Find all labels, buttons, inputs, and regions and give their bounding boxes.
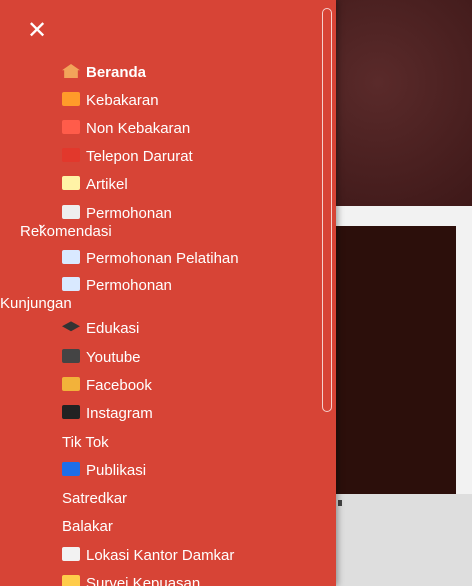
menu-item-label: Youtube	[86, 349, 141, 366]
menu-item-label: Lokasi Kantor Damkar	[86, 547, 235, 564]
menu-item-survei-kepuasan[interactable]: Survei Kepuasan	[62, 575, 200, 586]
menu-item-permohonan-pelatihan[interactable]: Permohonan Pelatihan	[62, 250, 239, 268]
menu-item-youtube[interactable]: Youtube	[62, 349, 141, 367]
menu-item-label-line1: Permohonan	[86, 205, 172, 222]
menu-item-label: Kebakaran	[86, 92, 159, 109]
document-icon	[62, 277, 80, 291]
menu-item-label: Permohonan Pelatihan	[86, 250, 239, 267]
menu-item-label-line2: Kunjungan	[0, 295, 72, 312]
menu-item-satredkar[interactable]: Satredkar	[62, 490, 127, 508]
clapper-icon	[62, 349, 80, 363]
menu-item-edukasi[interactable]: Edukasi	[62, 320, 139, 338]
menu-item-lokasi-kantor-damkar[interactable]: Lokasi Kantor Damkar	[62, 547, 234, 565]
menu-item-label: Survei Kepuasan	[86, 575, 201, 586]
menu-item-non-kebakaran[interactable]: Non Kebakaran	[62, 120, 190, 138]
navigation-drawer: ✕ Beranda Kebakaran Non Kebakaran Telepo…	[0, 0, 336, 586]
menu-item-label: Instagram	[86, 405, 153, 422]
menu-item-label: Tik Tok	[62, 434, 109, 451]
memo-icon	[62, 176, 80, 190]
document-icon	[62, 250, 80, 264]
phone-arrow-icon	[62, 405, 80, 419]
fire-icon	[62, 92, 80, 106]
menu-item-label: Edukasi	[86, 320, 140, 337]
content-bottom-area	[336, 494, 472, 586]
menu-item-label: Facebook	[86, 377, 152, 394]
globe-icon	[62, 462, 80, 476]
menu-item-label-line2: Rekomendasi	[20, 223, 112, 240]
menu-item-label: Beranda	[86, 64, 147, 81]
menu-item-label: Satredkar	[62, 490, 128, 507]
menu-item-publikasi[interactable]: Publikasi	[62, 462, 146, 480]
drawer-scrollbar[interactable]	[322, 8, 332, 412]
menu-item-balakar[interactable]: Balakar	[62, 518, 113, 536]
menu-item-instagram[interactable]: Instagram	[62, 405, 153, 423]
content-fragment	[338, 500, 342, 506]
survey-icon	[62, 575, 80, 586]
clipboard-icon	[62, 205, 80, 219]
phone-icon	[62, 148, 80, 162]
hook-icon	[62, 377, 80, 391]
menu-item-permohonan-kunjungan[interactable]: Permohonan Kunjungan	[0, 277, 312, 313]
home-icon	[62, 64, 80, 78]
menu-item-label: Non Kebakaran	[86, 120, 191, 137]
content-panel	[336, 226, 456, 494]
menu-item-label: Balakar	[62, 518, 113, 535]
menu-item-label: Telepon Darurat	[86, 148, 193, 165]
menu-item-artikel[interactable]: Artikel	[62, 176, 128, 194]
card-icon	[62, 547, 80, 561]
graduation-cap-icon	[62, 321, 80, 332]
menu-item-beranda[interactable]: Beranda	[62, 64, 146, 82]
menu-item-kebakaran[interactable]: Kebakaran	[62, 92, 159, 110]
menu-item-label: Publikasi	[86, 462, 147, 479]
menu-item-telepon-darurat[interactable]: Telepon Darurat	[62, 148, 193, 166]
menu-item-label-line1: Permohonan	[86, 277, 172, 294]
menu-item-facebook[interactable]: Facebook	[62, 377, 152, 395]
menu-item-tik-tok[interactable]: Tik Tok	[62, 434, 109, 452]
menu-item-permohonan-rekomendasi[interactable]: Permohonan Rekomendasi	[20, 205, 312, 241]
close-icon[interactable]: ✕	[24, 18, 50, 44]
menu-item-label: Artikel	[86, 176, 128, 193]
siren-icon	[62, 120, 80, 134]
